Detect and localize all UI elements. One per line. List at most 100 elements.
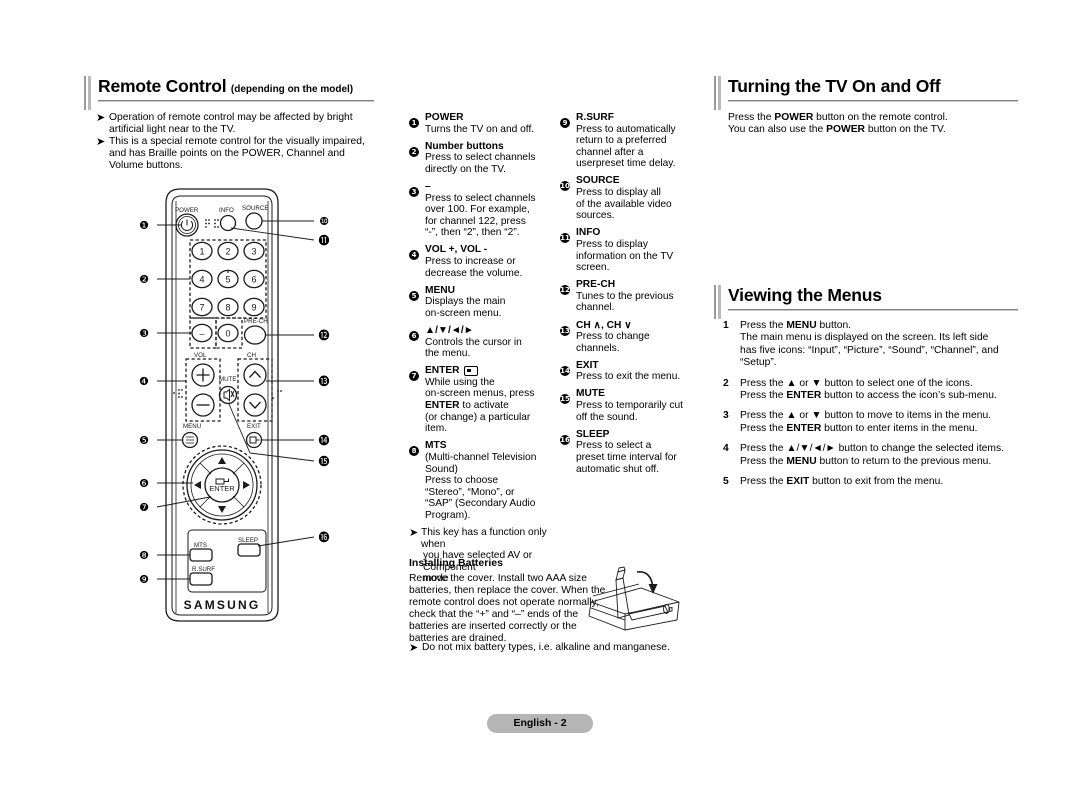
turning-tv-line-1-c: button on the remote control. bbox=[813, 112, 948, 123]
menu-step-text: Press the ▲ or ▼ button to move to items… bbox=[740, 410, 1008, 435]
key-description-line: on-screen menus, press bbox=[425, 388, 535, 400]
turning-tv-body: Press the POWER button on the remote con… bbox=[728, 112, 1008, 136]
svg-text:VOL: VOL bbox=[194, 352, 207, 359]
menu-step-line: Press the ▲/▼/◄/► button to change the s… bbox=[740, 443, 1008, 455]
svg-text:ENTER: ENTER bbox=[209, 484, 235, 493]
page-footer-badge: English - 2 bbox=[487, 714, 593, 733]
key-label: SOURCE bbox=[576, 175, 620, 187]
key-description-item: 4 VOL +, VOL - Press to increase or decreas… bbox=[409, 244, 554, 279]
key-description-line: Press to change bbox=[576, 331, 650, 343]
menu-step-fragment: Press the ▲/▼/◄/► button to change the s… bbox=[740, 443, 1004, 455]
svg-text:1: 1 bbox=[199, 247, 204, 257]
section-accent-bar bbox=[714, 285, 721, 319]
section-heading: Viewing the Menus bbox=[728, 285, 882, 306]
key-description-line: over 100. For example, bbox=[425, 204, 530, 216]
menu-step-number: 3 bbox=[723, 410, 729, 422]
key-description-line: “-”, then “2”, then “2”. bbox=[425, 227, 520, 239]
key-description-line: Press to choose bbox=[425, 475, 499, 487]
key-label: R.SURF bbox=[576, 112, 614, 123]
menu-step-number: 1 bbox=[723, 320, 729, 331]
menu-step: 1 Press the MENU button. The main menu is … bbox=[714, 320, 1008, 370]
menu-step-line: “Setup”. bbox=[740, 357, 1008, 369]
key-description-line: screen. bbox=[576, 262, 610, 274]
key-number-dot: 4 bbox=[409, 250, 419, 261]
key-description-line: information on the TV bbox=[576, 250, 674, 262]
remote-note-1: ➤ Operation of remote control may be aff… bbox=[96, 112, 376, 136]
svg-text:–: – bbox=[199, 329, 204, 339]
key-number-dot: 1 bbox=[409, 118, 419, 128]
key-description-column-1: 1 POWER Turns the TV on and off. 2 Number bu… bbox=[409, 112, 554, 585]
key-description-line: “Stereo”, “Mono”, or bbox=[425, 486, 515, 498]
key-number-badge: 5 bbox=[409, 285, 425, 320]
menu-step-keyword: MENU bbox=[786, 455, 817, 467]
section-title: Remote Control bbox=[98, 76, 227, 96]
menu-step-number: 2 bbox=[723, 377, 729, 389]
key-description-line: preset time interval for bbox=[576, 451, 677, 463]
menu-step-fragment: Press the bbox=[740, 390, 787, 402]
section-heading: Remote Control (depending on the model) bbox=[98, 76, 353, 97]
key-label: ▲/▼/◄/► bbox=[425, 325, 474, 336]
key-label: – bbox=[425, 180, 431, 192]
key-number-dot: 15 bbox=[560, 394, 570, 405]
key-description-line: sources. bbox=[576, 210, 615, 222]
menu-step-text: Press the MENU button. The main menu is d… bbox=[740, 320, 1008, 370]
key-number-dot: 8 bbox=[409, 446, 419, 457]
key-description-body: – Press to select channels over 100. For e… bbox=[425, 181, 554, 239]
menu-step-fragment: Press the bbox=[740, 476, 787, 488]
svg-text:❸: ❸ bbox=[139, 327, 149, 340]
menu-step-fragment: has five icons: “Input”, “Picture”, “Sou… bbox=[740, 344, 999, 356]
section-heading: Turning the TV On and Off bbox=[728, 76, 941, 97]
key-description-line: decrease the volume. bbox=[425, 267, 523, 279]
svg-text:6: 6 bbox=[251, 275, 256, 285]
key-description-body: R.SURF Press to automatically return to a … bbox=[576, 112, 685, 170]
key-description-line: automatic shut off. bbox=[576, 463, 660, 475]
svg-text:❹: ❹ bbox=[139, 375, 149, 388]
svg-text:⓬: ⓬ bbox=[319, 329, 330, 342]
turning-tv-line-2-c: button on the TV. bbox=[865, 123, 946, 135]
menu-step-line: has five icons: “Input”, “Picture”, “Sou… bbox=[740, 345, 1008, 357]
key-description-item: 7 ENTER While using the on-screen menus, pr… bbox=[409, 365, 554, 435]
key-number-badge: 6 bbox=[409, 325, 425, 360]
svg-text:EXIT: EXIT bbox=[247, 423, 261, 430]
key-label: Number buttons bbox=[425, 140, 504, 152]
menu-step-fragment: Press the ▲ or ▼ button to move to items… bbox=[740, 410, 992, 422]
key-description-line: Displays the main bbox=[425, 296, 506, 308]
viewing-menus-steps: 1 Press the MENU button. The main menu is … bbox=[714, 320, 1008, 496]
key-label: POWER bbox=[425, 112, 464, 123]
key-number-badge: 3 bbox=[409, 181, 425, 239]
key-description-item: 15 MUTE Press to temporarily cut off the so… bbox=[560, 388, 685, 423]
key-number-dot: 16 bbox=[560, 434, 570, 445]
svg-text:❺: ❺ bbox=[139, 434, 149, 447]
key-label: MUTE bbox=[576, 388, 605, 400]
key-description-item: 10 SOURCE Press to display all of the avail… bbox=[560, 175, 685, 221]
section-accent-bar bbox=[84, 76, 91, 110]
key-description-line: ENTER to activate bbox=[425, 400, 509, 412]
remote-control-diagram: .ln{fill:none;stroke:#1a1a1a;stroke-widt… bbox=[139, 188, 330, 622]
svg-text:2: 2 bbox=[225, 247, 230, 257]
key-description-line: Press to display bbox=[576, 238, 648, 250]
menu-step-number: 4 bbox=[723, 443, 729, 455]
menu-step-fragment: The main menu is displayed on the screen… bbox=[740, 332, 989, 344]
key-description-body: ▲/▼/◄/► Controls the cursor in the menu. bbox=[425, 325, 554, 360]
installing-batteries-paragraph: Remove the cover. Install two AAA size b… bbox=[409, 573, 606, 644]
menu-step-text: Press the ▲ or ▼ button to select one of… bbox=[740, 378, 1008, 403]
key-description-line: userpreset time delay. bbox=[576, 158, 676, 170]
key-description-body: EXIT Press to exit the menu. bbox=[576, 360, 685, 383]
key-number-badge: 1 bbox=[409, 112, 425, 135]
menu-step-line: Press the MENU button. bbox=[740, 320, 1008, 332]
section-title: Viewing the Menus bbox=[728, 285, 882, 305]
key-description-body: SOURCE Press to display all of the availab… bbox=[576, 175, 685, 221]
svg-text:SAMSUNG: SAMSUNG bbox=[184, 598, 261, 612]
svg-text:❶: ❶ bbox=[139, 219, 149, 232]
section-accent-bar bbox=[714, 76, 721, 110]
key-description-line: Press to display all bbox=[576, 187, 661, 199]
svg-text:SLEEP: SLEEP bbox=[238, 537, 258, 544]
key-description-line: Program). bbox=[425, 509, 471, 521]
menu-step: 4 Press the ▲/▼/◄/► button to change the … bbox=[714, 443, 1008, 468]
key-description-line: return to a preferred bbox=[576, 135, 667, 147]
menu-step-line: Press the EXIT button to exit from the m… bbox=[740, 476, 1008, 488]
menu-step-fragment: Press the bbox=[740, 455, 787, 467]
section-remote-control: Remote Control (depending on the model) bbox=[84, 76, 374, 110]
key-description-line: Controls the cursor in bbox=[425, 336, 522, 348]
key-number-dot: 2 bbox=[409, 146, 419, 157]
